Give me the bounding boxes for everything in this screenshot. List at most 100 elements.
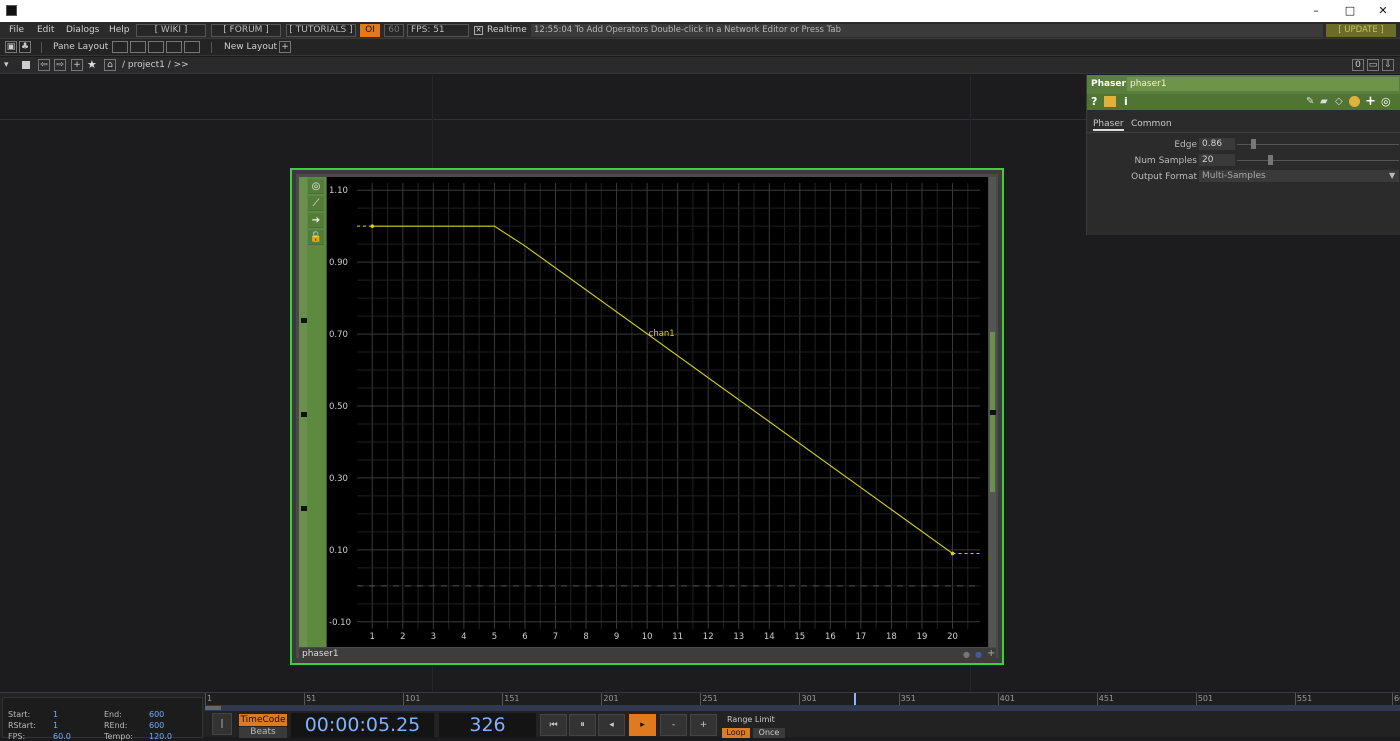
tutorials-button[interactable]: [ TUTORIALS ]: [286, 24, 356, 37]
realtime-label: Realtime: [487, 25, 527, 35]
python-help-icon[interactable]: [1104, 96, 1116, 107]
forward-arrow-icon[interactable]: ⇨: [54, 59, 66, 71]
x-tick-label: 12: [703, 632, 714, 642]
maximize-button[interactable]: □: [1333, 0, 1367, 22]
edge-slider-track[interactable]: [1237, 144, 1399, 145]
update-button[interactable]: [ UPDATE ]: [1326, 24, 1396, 37]
input-connector[interactable]: [301, 318, 307, 323]
num-samples-slider-knob[interactable]: [1268, 155, 1273, 165]
time-settings: Start: 1 End: 600 RStart: 1 REnd: 600 FP…: [2, 697, 203, 741]
operator-node-phaser1[interactable]: ◎ ⟋ ➔ 🔓 1.10 0.90 0.70 0.50 0.30 0.10 -0.10 1 2 3…: [290, 168, 1004, 665]
path-bar: ▾ ⇦ ⇨ + ★ ⌂ / project1 / >> 0 ▭ ⇩: [0, 57, 1400, 74]
beats-mode-button[interactable]: Beats: [239, 727, 287, 738]
pane-menu-icon[interactable]: ⇩: [1382, 59, 1394, 71]
arrow-right-icon[interactable]: ➔: [308, 213, 324, 228]
wiki-button[interactable]: [ WIKI ]: [136, 24, 206, 37]
comment-icon[interactable]: ▰: [1320, 96, 1328, 107]
num-samples-slider-track[interactable]: [1237, 160, 1399, 161]
network-path[interactable]: / project1 / >>: [122, 59, 189, 72]
menu-help[interactable]: Help: [109, 24, 130, 37]
forum-button[interactable]: [ FORUM ]: [211, 24, 281, 37]
play-button[interactable]: ▸: [629, 714, 656, 736]
step-back-button[interactable]: ◂: [598, 714, 625, 736]
rewind-button[interactable]: ⏮: [540, 714, 567, 736]
end-value[interactable]: 600: [149, 710, 164, 719]
menu-bar: File Edit Dialogs Help [ WIKI ] [ FORUM …: [0, 22, 1400, 39]
tab-phaser[interactable]: Phaser: [1093, 117, 1124, 131]
output-format-label: Output Format: [1131, 172, 1197, 182]
help-icon[interactable]: ?: [1091, 95, 1097, 108]
menu-edit[interactable]: Edit: [37, 24, 54, 37]
channel-graph[interactable]: 1.10 0.90 0.70 0.50 0.30 0.10 -0.10 1 2 3 4 5 6 7 8 9 10…: [327, 177, 988, 647]
status-message: 12:55:04 To Add Operators Double-click i…: [531, 24, 1323, 37]
timeline-ruler[interactable]: 151101151201251301351401451501551600: [205, 693, 1400, 705]
timecode-display[interactable]: 00:00:05.25: [291, 713, 434, 738]
timeline-range-bar[interactable]: [205, 705, 1400, 711]
x-tick-label: 13: [733, 632, 744, 642]
realtime-checkbox[interactable]: ✕: [474, 26, 483, 35]
node-name-label[interactable]: phaser1: [299, 648, 996, 661]
op-name-field[interactable]: phaser1: [1127, 77, 1399, 91]
add-icon[interactable]: +: [71, 59, 83, 71]
playhead[interactable]: [854, 693, 856, 705]
node-display-icon[interactable]: ●: [975, 650, 982, 659]
target-icon[interactable]: ◎: [1381, 95, 1391, 108]
pane-icon[interactable]: ▣: [5, 41, 17, 53]
menu-dialogs[interactable]: Dialogs: [66, 24, 99, 37]
timecode-mode-button[interactable]: TimeCode: [239, 714, 287, 726]
step-plus-button[interactable]: +: [690, 714, 717, 736]
range-handle[interactable]: [205, 706, 221, 710]
viewer-target-icon[interactable]: ◎: [308, 179, 324, 194]
output-format-select[interactable]: Multi-Samples: [1199, 170, 1399, 182]
home-icon[interactable]: ⌂: [104, 59, 116, 71]
split-icon[interactable]: ♣: [19, 41, 31, 53]
layout-quad-icon[interactable]: [184, 41, 200, 53]
num-samples-field[interactable]: 20: [1199, 154, 1235, 166]
graph-mode-icon[interactable]: ⟋: [308, 196, 324, 211]
unlock-icon[interactable]: 🔓: [308, 230, 324, 245]
back-arrow-icon[interactable]: ⇦: [38, 59, 50, 71]
close-button[interactable]: ✕: [1366, 0, 1400, 22]
layout-three-icon[interactable]: [166, 41, 182, 53]
oi-toggle[interactable]: OI: [360, 24, 380, 37]
node-bypass-icon[interactable]: ●: [963, 650, 970, 659]
step-minus-button[interactable]: -: [660, 714, 687, 736]
output-connector[interactable]: [990, 410, 996, 415]
rend-value[interactable]: 600: [149, 721, 164, 730]
minimize-button[interactable]: –: [1299, 0, 1333, 22]
info-icon[interactable]: i: [1124, 95, 1128, 108]
dropdown-arrow-icon[interactable]: ▾: [4, 60, 9, 70]
layout-vsplit-icon[interactable]: [130, 41, 146, 53]
chevron-down-icon[interactable]: ▼: [1389, 171, 1395, 180]
node-expand-icon[interactable]: +: [987, 648, 995, 659]
fps-60-toggle[interactable]: 60: [384, 24, 404, 37]
menu-file[interactable]: File: [9, 24, 24, 37]
ruler-label: 501: [1197, 694, 1214, 703]
x-tick-label: 1: [370, 632, 375, 642]
input-connector[interactable]: [301, 506, 307, 511]
num-samples-label: Num Samples: [1134, 156, 1198, 166]
edge-slider-knob[interactable]: [1251, 139, 1256, 149]
edge-field[interactable]: 0.86: [1199, 138, 1235, 150]
tab-common[interactable]: Common: [1131, 117, 1172, 131]
tag-icon[interactable]: ◇: [1335, 96, 1343, 107]
stop-icon[interactable]: [22, 61, 30, 69]
start-value[interactable]: 1: [53, 710, 58, 719]
add-layout-button[interactable]: +: [279, 41, 291, 53]
maximize-pane-icon[interactable]: ▭: [1367, 59, 1379, 71]
edit-icon[interactable]: ✎: [1306, 96, 1314, 107]
rstart-value[interactable]: 1: [53, 721, 58, 730]
timeline-toggle[interactable]: |: [212, 713, 232, 735]
layout-single-icon[interactable]: [112, 41, 128, 53]
layout-hsplit-icon[interactable]: [148, 41, 164, 53]
pane-zero-button[interactable]: 0: [1352, 59, 1364, 71]
ruler-tick: [799, 693, 801, 705]
add-param-icon[interactable]: +: [1365, 94, 1376, 109]
star-icon[interactable]: ★: [87, 58, 97, 71]
frame-display[interactable]: 326: [439, 713, 536, 738]
input-connector[interactable]: [301, 412, 307, 417]
python-icon[interactable]: [1349, 96, 1360, 107]
x-tick-label: 11: [672, 632, 683, 642]
ruler-tick: [1392, 693, 1393, 705]
pause-button[interactable]: ⏸: [569, 714, 596, 736]
